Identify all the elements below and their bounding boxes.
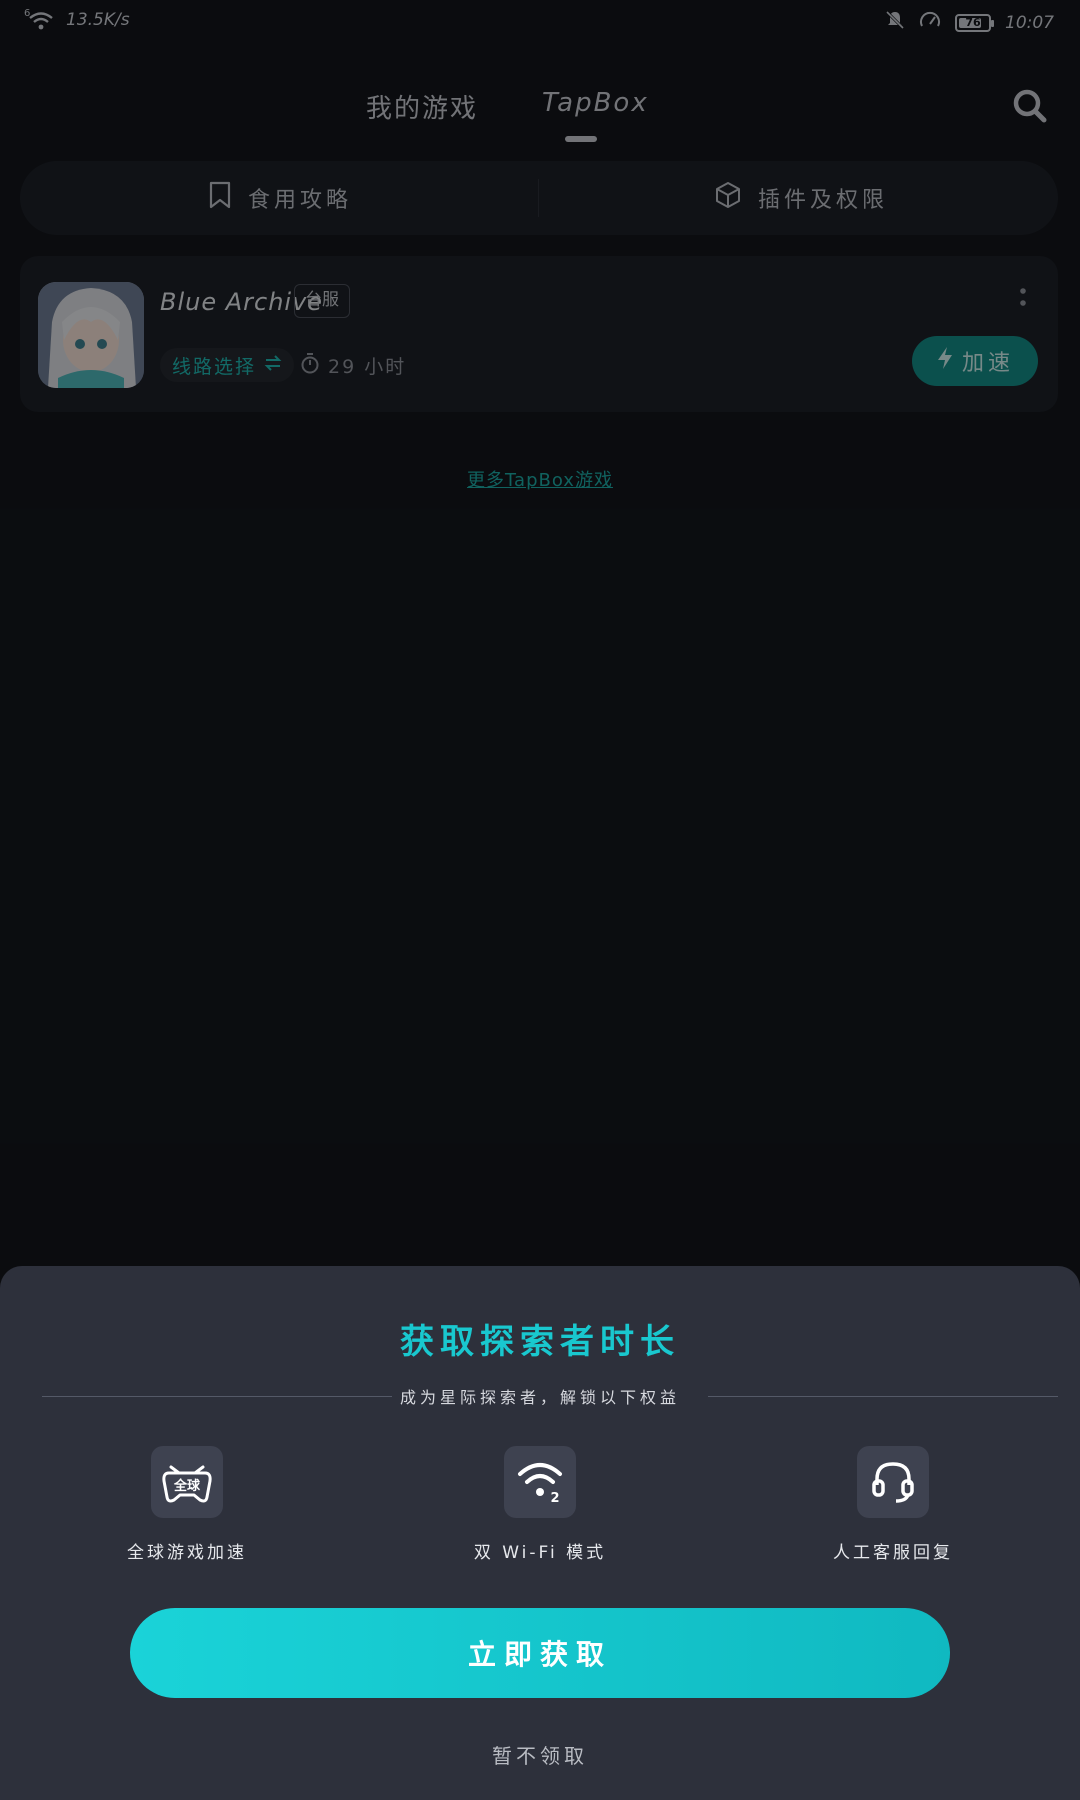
icon-text-wifi: 2 — [550, 1491, 559, 1504]
wifi-dual-icon: 2 — [504, 1446, 576, 1518]
benefit-dual-wifi: 2 双 Wi-Fi 模式 — [420, 1446, 660, 1563]
headset-icon — [857, 1446, 929, 1518]
gamepad-global-icon: 全球 — [151, 1446, 223, 1518]
sheet-title: 获取探索者时长 — [400, 1322, 680, 1362]
benefit-label: 全球游戏加速 — [127, 1543, 247, 1563]
benefit-human-support: 人工客服回复 — [773, 1446, 1013, 1563]
dismiss-button[interactable]: 暂不领取 — [0, 1740, 1080, 1769]
benefit-label: 双 Wi-Fi 模式 — [473, 1543, 607, 1563]
bottom-sheet: 获取探索者时长 成为星际探索者，解锁以下权益 全球 全球游戏加速 2 双 Wi-… — [0, 1266, 1080, 1800]
claim-now-button[interactable]: 立即获取 — [130, 1608, 950, 1698]
icon-text-global: 全球 — [173, 1478, 201, 1494]
benefit-label: 人工客服回复 — [833, 1543, 953, 1563]
benefit-global-accel: 全球 全球游戏加速 — [67, 1446, 307, 1563]
divider-right — [708, 1396, 1058, 1397]
